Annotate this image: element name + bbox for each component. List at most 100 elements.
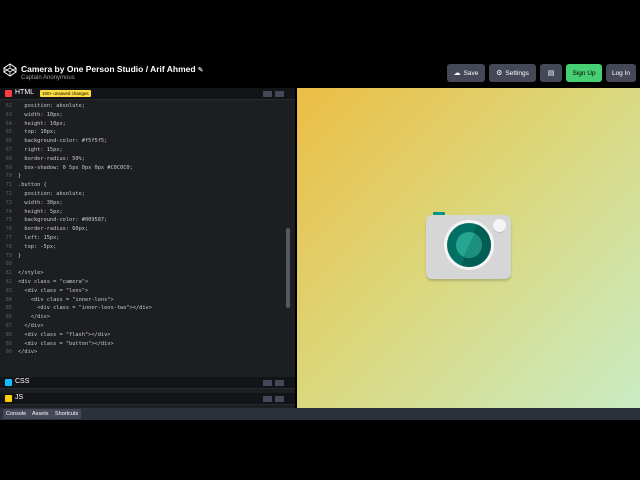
line-number: 71: [5, 182, 12, 189]
line-number: 82: [5, 279, 12, 285]
code-text: <div class = "inner-lens-two"></div>: [18, 305, 152, 312]
code-line[interactable]: 80: [0, 260, 285, 269]
code-text: <div class = "camera">: [18, 279, 89, 285]
code-line[interactable]: 82 <div class = "camera">: [0, 278, 285, 287]
html-settings-icon[interactable]: [263, 91, 272, 97]
code-text: box-shadow: 0 5px 0px 0px #C0C0C0;: [18, 164, 133, 171]
login-button[interactable]: Log In: [606, 64, 636, 82]
html-code-area[interactable]: 62 position: absolute; 63 width: 10px; 64 …: [0, 100, 295, 376]
code-line[interactable]: 88 <div class = "flash"></div>: [0, 331, 285, 340]
pen-title: Camera by One Person Studio / Arif Ahmed…: [21, 64, 203, 74]
code-line[interactable]: 63 width: 10px;: [0, 111, 285, 120]
code-line[interactable]: 70}: [0, 172, 285, 181]
html-badge-icon: [5, 90, 12, 97]
js-editor-header[interactable]: JS: [0, 393, 295, 405]
code-line[interactable]: 62 position: absolute;: [0, 102, 285, 111]
code-text: position: absolute;: [18, 103, 85, 109]
html-editor-header[interactable]: HTML 100+ unsaved changes: [0, 88, 295, 100]
code-line[interactable]: 87 </div>: [0, 322, 285, 331]
css-chevron-down-icon[interactable]: [275, 380, 284, 386]
code-line[interactable]: 77 left: 15px;: [0, 234, 285, 243]
code-line[interactable]: 84 <div class = "inner-lens">: [0, 296, 285, 305]
code-text: }: [18, 173, 22, 180]
js-chevron-down-icon[interactable]: [275, 396, 284, 402]
line-number: 90: [5, 349, 12, 356]
line-number: 87: [5, 323, 12, 329]
code-text: </div>: [18, 349, 38, 356]
code-line[interactable]: 71 .button {: [0, 181, 285, 190]
code-line[interactable]: 73 width: 30px;: [0, 199, 285, 208]
line-number: 88: [5, 331, 12, 338]
editor-scrollbar-thumb[interactable]: [286, 228, 290, 308]
assets-button[interactable]: Assets: [29, 409, 52, 419]
code-line[interactable]: 67 right: 15px;: [0, 146, 285, 155]
code-text: .button {: [18, 182, 47, 189]
line-number: 76: [5, 226, 12, 233]
code-line[interactable]: 90 </div>: [0, 348, 285, 357]
line-number: 62: [5, 103, 12, 109]
code-line[interactable]: 68 border-radius: 50%;: [0, 155, 285, 164]
pen-author[interactable]: Captain Anonymous: [21, 75, 75, 81]
line-number: 69: [5, 164, 12, 171]
code-line[interactable]: 79}: [0, 252, 285, 261]
code-text: <div class = "inner-lens">: [18, 296, 114, 303]
codepen-logo-icon[interactable]: [3, 63, 17, 77]
line-number: 83: [5, 287, 12, 294]
code-line[interactable]: 65 top: 10px;: [0, 128, 285, 137]
css-editor-header[interactable]: CSS: [0, 377, 295, 389]
save-label: Save: [463, 69, 479, 77]
code-line[interactable]: 75 background-color: #009587;: [0, 216, 285, 225]
signup-button[interactable]: Sign Up: [566, 64, 602, 82]
console-button[interactable]: Console: [3, 409, 30, 419]
line-number: 67: [5, 147, 12, 153]
html-chevron-down-icon[interactable]: [275, 91, 284, 97]
code-text: height: 10px;: [18, 120, 66, 127]
line-number: 85: [5, 305, 12, 312]
code-line[interactable]: 85 <div class = "inner-lens-two"></div>: [0, 304, 285, 313]
settings-label: Settings: [505, 69, 529, 77]
code-line[interactable]: 76 border-radius: 60px;: [0, 225, 285, 234]
line-number: 73: [5, 199, 12, 206]
css-label: CSS: [15, 378, 30, 385]
cloud-icon: ☁: [453, 70, 461, 77]
html-label: HTML: [15, 89, 35, 96]
line-number: 81: [5, 270, 12, 277]
code-line[interactable]: 89 <div class = "button"></div>: [0, 340, 285, 349]
camera-flash: [493, 219, 506, 232]
code-line[interactable]: 86 </div>: [0, 313, 285, 322]
code-text: width: 10px;: [18, 111, 63, 118]
code-text: </div>: [18, 323, 44, 329]
code-line[interactable]: 74 height: 5px;: [0, 208, 285, 217]
code-line[interactable]: 81 </style>: [0, 269, 285, 278]
code-text: <div class = "flash"></div>: [18, 331, 111, 338]
unsaved-changes-badge: 100+ unsaved changes: [40, 90, 91, 97]
js-settings-icon[interactable]: [263, 396, 272, 402]
camera-shutter-button: [433, 212, 445, 215]
pen-title-text: Camera by One Person Studio / Arif Ahmed: [21, 64, 196, 74]
settings-button[interactable]: ⚙ Settings: [489, 64, 536, 82]
code-line[interactable]: 69 box-shadow: 0 5px 0px 0px #C0C0C0;: [0, 164, 285, 173]
js-badge-icon: [5, 395, 12, 402]
code-line[interactable]: 66 background-color: #f5f5f5;: [0, 137, 285, 146]
shortcuts-button[interactable]: Shortcuts: [52, 409, 82, 419]
code-line[interactable]: 83 <div class = "lens">: [0, 287, 285, 296]
code-text: border-radius: 50%;: [18, 155, 85, 162]
code-text: height: 5px;: [18, 208, 63, 215]
code-text: }: [18, 252, 22, 259]
code-text: background-color: #f5f5f5;: [18, 138, 108, 145]
code-line[interactable]: 78 top: -5px;: [0, 243, 285, 252]
css-badge-icon: [5, 379, 12, 386]
css-settings-icon[interactable]: [263, 380, 272, 386]
code-line[interactable]: 64 height: 10px;: [0, 120, 285, 129]
line-number: 86: [5, 314, 12, 321]
line-number: 74: [5, 208, 12, 215]
line-number: 78: [5, 243, 12, 250]
code-text: right: 15px;: [18, 147, 63, 153]
code-line[interactable]: 72 position: absolute;: [0, 190, 285, 199]
pencil-icon[interactable]: ✎: [198, 67, 204, 74]
line-number: 89: [5, 340, 12, 347]
code-text: top: -5px;: [18, 243, 57, 250]
save-button[interactable]: ☁ Save: [447, 64, 485, 82]
change-view-button[interactable]: ▤: [540, 64, 562, 82]
footer-bar: Console Assets Shortcuts: [0, 408, 640, 420]
